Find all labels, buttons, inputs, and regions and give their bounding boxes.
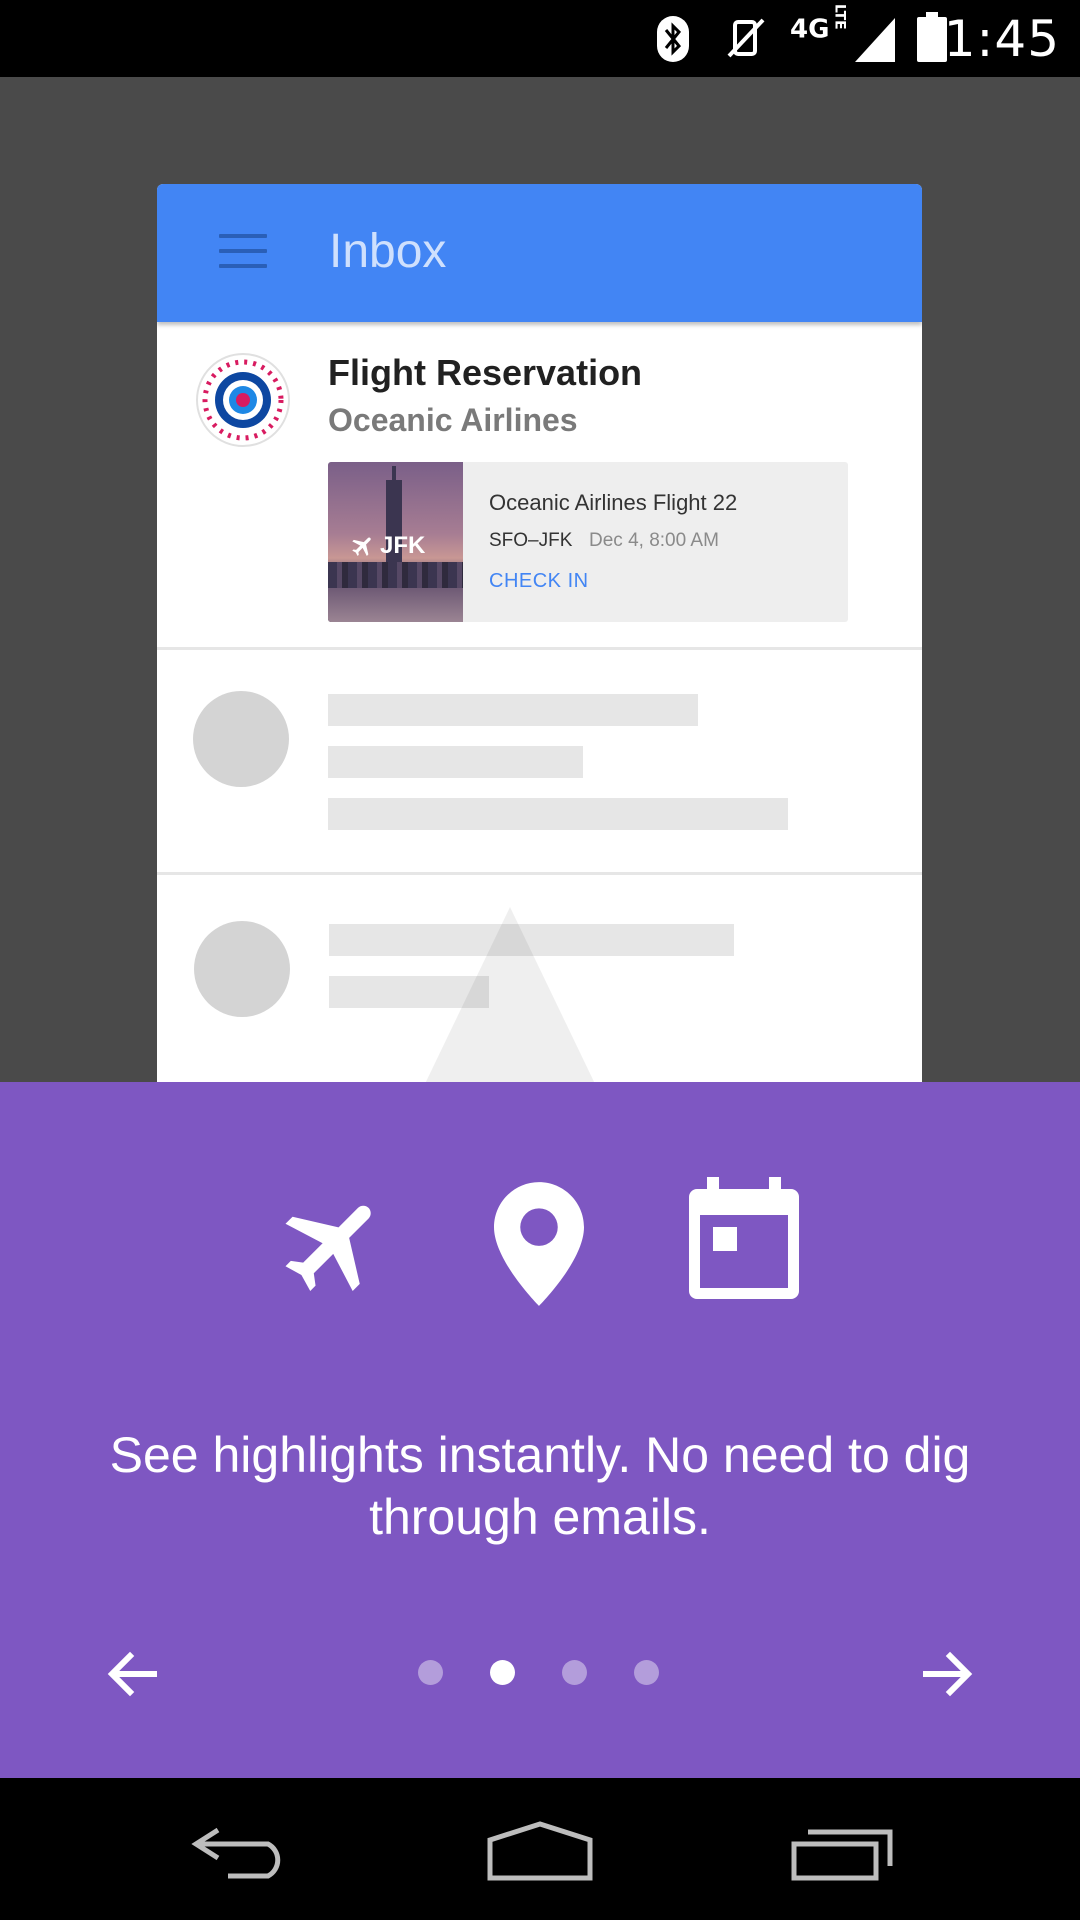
app-bar-title: Inbox [329,225,447,278]
email-sender: Oceanic Airlines [328,402,578,438]
airline-logo-icon [196,353,290,447]
flight-card: JFK Oceanic Airlines Flight 22 SFO–JFK D… [328,462,848,622]
home-icon[interactable] [485,1820,595,1882]
status-time: 1:45 [943,10,1060,68]
page-indicator [418,1660,659,1685]
menu-icon [219,234,267,270]
page-dot[interactable] [562,1660,587,1685]
location-pin-icon [494,1182,584,1306]
recents-icon[interactable] [790,1822,896,1882]
network-indicator: 4G LTE [790,4,847,45]
system-nav-bar [0,1778,1080,1920]
flight-title: Oceanic Airlines Flight 22 [489,490,738,515]
email-item: Flight Reservation Oceanic Airlines JFK … [157,322,922,650]
placeholder-avatar [193,691,289,787]
onboarding-headline: See highlights instantly. No need to dig… [109,1427,971,1545]
vibrate-off-icon [727,18,765,58]
placeholder-line [328,798,788,830]
signal-icon [855,18,895,62]
app-bar: Inbox [157,184,922,322]
airplane-small-icon [352,537,371,556]
next-arrow-icon[interactable] [920,1646,976,1702]
onboarding-panel: See highlights instantly. No need to dig… [0,1082,1080,1778]
page-dot[interactable] [634,1660,659,1685]
airplane-icon [285,1205,371,1291]
page-dot-active[interactable] [490,1660,515,1685]
network-type: 4G [790,14,830,45]
destination-label: JFK [350,532,425,560]
calendar-icon [689,1177,799,1299]
back-icon[interactable] [188,1824,292,1880]
flight-route: SFO–JFK [489,530,573,551]
page-dot[interactable] [418,1660,443,1685]
flight-date: Dec 4, 8:00 AM [589,530,719,551]
app-preview-area: Inbox Flight Reservation Oceanic Airline… [0,77,1080,1082]
watermark-logo [425,907,595,1082]
previous-arrow-icon[interactable] [104,1646,160,1702]
battery-icon [917,12,947,62]
placeholder-line [328,694,698,726]
city-image: JFK [328,462,463,622]
placeholder-line [328,746,583,778]
bluetooth-icon [657,16,689,62]
network-subtype: LTE [831,4,848,30]
placeholder-avatar [194,921,290,1017]
email-subject: Flight Reservation [328,352,643,393]
placeholder-email-row [157,650,922,875]
check-in-link: CHECK IN [489,570,589,592]
status-bar: 4G LTE 1:45 [0,0,1080,77]
